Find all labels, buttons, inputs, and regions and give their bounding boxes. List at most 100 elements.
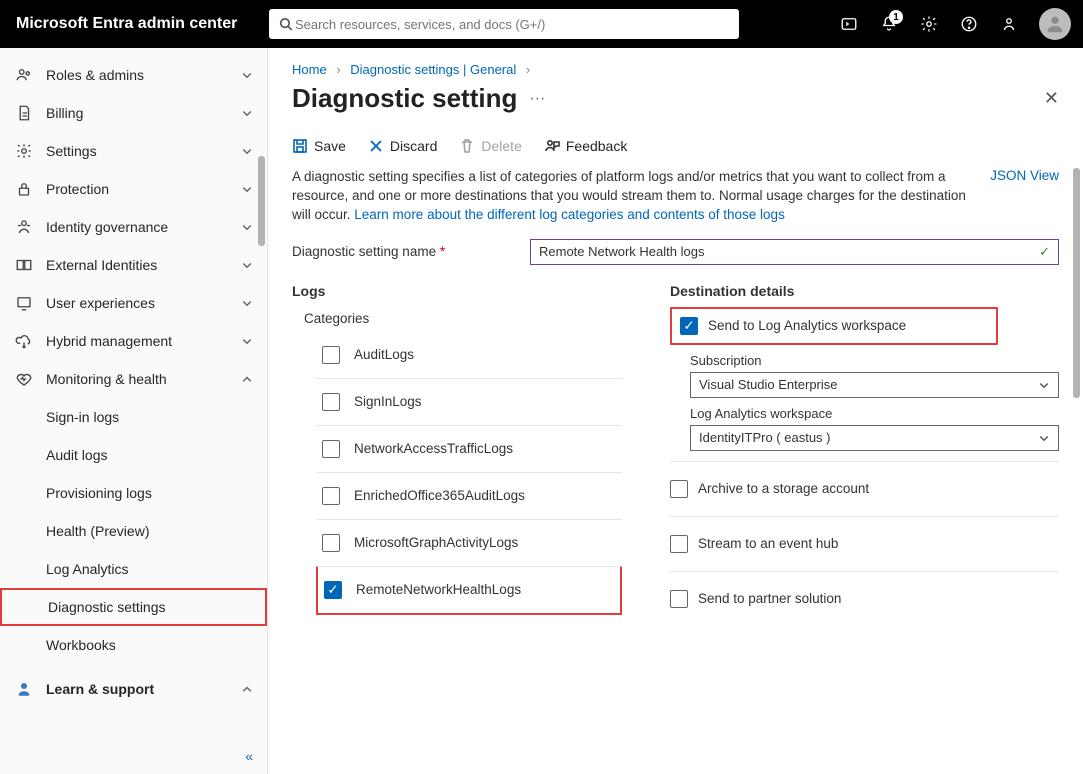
cloud-shell-icon[interactable] [829,0,869,48]
sidebar-sub-label: Health (Preview) [46,523,149,539]
checkbox-icon[interactable] [322,346,340,364]
checkbox-icon[interactable] [670,480,688,498]
chevron-down-icon [241,297,253,309]
checkbox-icon[interactable] [670,535,688,553]
main-scrollbar[interactable] [1073,168,1080,398]
log-category-auditlogs[interactable]: AuditLogs [316,332,622,378]
breadcrumb: Home › Diagnostic settings | General › [268,48,1083,77]
feedback-label: Feedback [566,138,627,154]
sidebar-sub-audit-logs[interactable]: Audit logs [0,436,267,474]
destination-heading: Destination details [670,283,1059,299]
sidebar-item-learn-support[interactable]: Learn & support [0,670,267,708]
sidebar-item-roles-admins[interactable]: Roles & admins [0,56,267,94]
avatar[interactable] [1039,8,1071,40]
sidebar-item-label: External Identities [46,257,241,273]
help-icon[interactable] [949,0,989,48]
chevron-down-icon [1038,379,1050,391]
learn-more-link[interactable]: Learn more about the different log categ… [354,207,785,222]
categories-heading: Categories [292,307,622,332]
sidebar-item-user-experiences[interactable]: User experiences [0,284,267,322]
sidebar-sub-label: Audit logs [46,447,107,463]
destination-label: Stream to an event hub [698,536,838,551]
json-view-link[interactable]: JSON View [990,168,1059,183]
breadcrumb-diagnostics[interactable]: Diagnostic settings | General [350,62,516,77]
notifications-icon[interactable]: 1 [869,0,909,48]
chevron-down-icon [241,183,253,195]
sidebar-item-label: Hybrid management [46,333,241,349]
sidebar-collapse-icon[interactable]: « [245,748,253,764]
chevron-up-icon [241,373,253,385]
sidebar-item-label: Billing [46,105,241,121]
log-category-label: NetworkAccessTrafficLogs [354,441,513,456]
search-input[interactable] [293,16,729,33]
brand-title: Microsoft Entra admin center [16,15,237,33]
destination-partner-solution[interactable]: Send to partner solution [670,571,1059,616]
checkbox-checked-icon[interactable]: ✓ [324,581,342,599]
name-label-text: Diagnostic setting name [292,244,436,259]
sidebar-item-label: Learn & support [46,681,241,697]
breadcrumb-home[interactable]: Home [292,62,327,77]
log-category-label: SignInLogs [354,394,422,409]
diagnostic-name-input[interactable]: Remote Network Health logs ✓ [530,239,1059,265]
chevron-down-icon [241,69,253,81]
destination-archive-storage[interactable]: Archive to a storage account [670,461,1059,506]
workspace-select[interactable]: IdentityITPro ( eastus ) [690,425,1059,451]
checkbox-icon[interactable] [670,590,688,608]
close-icon[interactable]: ✕ [1044,88,1059,109]
destination-label: Send to Log Analytics workspace [708,318,906,333]
checkbox-icon[interactable] [322,534,340,552]
feedback-button[interactable]: Feedback [544,138,627,154]
sidebar-item-hybrid-management[interactable]: Hybrid management [0,322,267,360]
sidebar-item-settings[interactable]: Settings [0,132,267,170]
lock-icon [14,179,34,199]
person-question-icon [14,679,34,699]
sidebar-item-external-identities[interactable]: External Identities [0,246,267,284]
log-category-enrichedoffice365auditlogs[interactable]: EnrichedOffice365AuditLogs [316,472,622,519]
sidebar-sub-health-preview[interactable]: Health (Preview) [0,512,267,550]
save-button[interactable]: Save [292,138,346,154]
sidebar-item-label: Settings [46,143,241,159]
checkbox-icon[interactable] [322,440,340,458]
people-icon [14,65,34,85]
checkbox-icon[interactable] [322,393,340,411]
chevron-down-icon [1038,432,1050,444]
log-category-label: EnrichedOffice365AuditLogs [354,488,525,503]
subscription-select[interactable]: Visual Studio Enterprise [690,372,1059,398]
valid-check-icon: ✓ [1039,244,1050,260]
discard-button[interactable]: Discard [368,138,437,154]
sidebar-sub-label: Diagnostic settings [48,599,166,615]
delete-label: Delete [481,138,521,154]
sidebar-item-protection[interactable]: Protection [0,170,267,208]
destination-send-to-log-analytics[interactable]: ✓ Send to Log Analytics workspace [670,307,998,345]
heartbeat-icon [14,369,34,389]
notification-badge: 1 [889,10,903,24]
destination-log-analytics-block: ✓ Send to Log Analytics workspace Subscr… [670,307,1059,451]
log-category-networkaccesstrafficlogs[interactable]: NetworkAccessTrafficLogs [316,425,622,472]
logs-column: Logs Categories AuditLogs SignInLogs Net… [292,283,622,616]
sidebar-sub-signin-logs[interactable]: Sign-in logs [0,398,267,436]
settings-gear-icon[interactable] [909,0,949,48]
main-panel: Home › Diagnostic settings | General › D… [268,48,1083,774]
sidebar-item-identity-governance[interactable]: Identity governance [0,208,267,246]
sidebar-scrollbar[interactable] [258,156,265,246]
workspace-value: IdentityITPro ( eastus ) [699,430,831,445]
checkbox-checked-icon[interactable]: ✓ [680,317,698,335]
checkbox-icon[interactable] [322,487,340,505]
sidebar-item-billing[interactable]: Billing [0,94,267,132]
feedback-person-icon[interactable] [989,0,1029,48]
sidebar-sub-diagnostic-settings[interactable]: Diagnostic settings [0,588,267,626]
log-category-microsoftgraphactivitylogs[interactable]: MicrosoftGraphActivityLogs [316,519,622,566]
sidebar-sub-workbooks[interactable]: Workbooks [0,626,267,664]
diagnostic-name-value: Remote Network Health logs [539,244,704,259]
sidebar-sub-provisioning-logs[interactable]: Provisioning logs [0,474,267,512]
log-category-signinlogs[interactable]: SignInLogs [316,378,622,425]
sidebar-item-monitoring-health[interactable]: Monitoring & health [0,360,267,398]
log-category-label: MicrosoftGraphActivityLogs [354,535,518,550]
sidebar-sub-log-analytics[interactable]: Log Analytics [0,550,267,588]
delete-button: Delete [459,138,521,154]
global-search[interactable] [269,9,739,39]
destination-stream-event-hub[interactable]: Stream to an event hub [670,516,1059,561]
log-category-remotenetworkhealthlogs[interactable]: ✓ RemoteNetworkHealthLogs [316,566,622,615]
more-dots-icon[interactable]: ··· [529,90,545,108]
destination-column: Destination details ✓ Send to Log Analyt… [670,283,1059,616]
